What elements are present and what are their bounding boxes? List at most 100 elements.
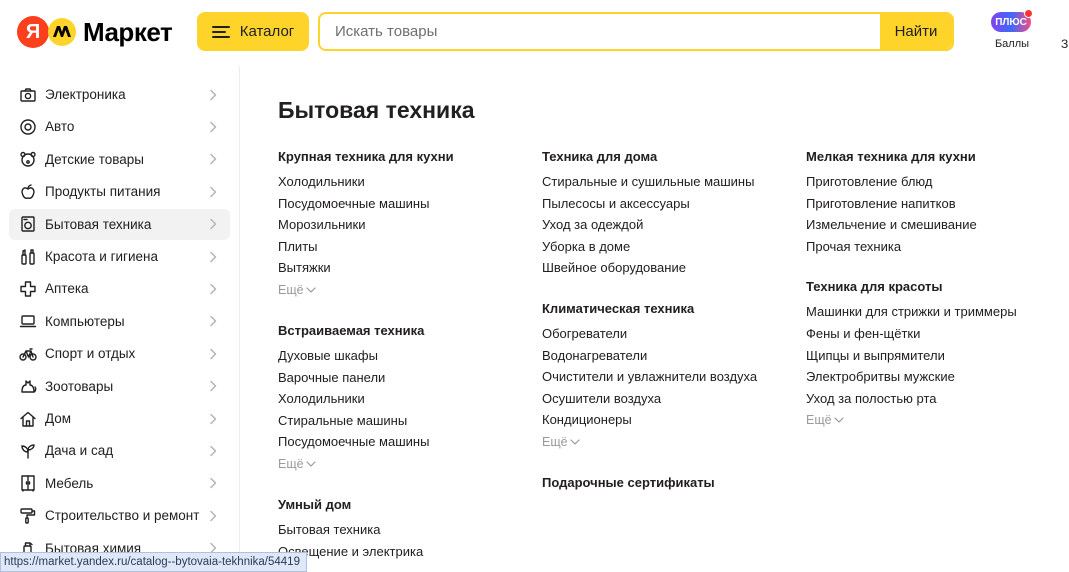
chevron-right-icon	[210, 380, 217, 392]
chevron-down-icon	[569, 439, 580, 445]
sidebar-item-label: Продукты питания	[45, 184, 161, 200]
sidebar-item[interactable]: Строительство и ремонт	[9, 500, 230, 531]
sidebar-item-label: Электроника	[45, 87, 126, 102]
chevron-right-icon	[210, 445, 217, 457]
page-title: Бытовая техника	[278, 97, 475, 123]
category-link[interactable]: Варочные панели	[278, 370, 385, 385]
sidebar-item[interactable]: Мебель	[9, 468, 230, 499]
market-m-icon	[48, 18, 76, 46]
category-link[interactable]: Морозильники	[278, 217, 366, 232]
category-link[interactable]: Пылесосы и аксессуары	[542, 196, 690, 211]
category-group-title[interactable]: Умный дом	[278, 497, 351, 512]
category-link[interactable]: Стиральные машины	[278, 413, 407, 428]
wardrobe-icon	[18, 473, 38, 493]
category-link[interactable]: Кондиционеры	[542, 412, 632, 427]
category-link[interactable]: Очистители и увлажнители воздуха	[542, 369, 757, 384]
show-more-button[interactable]: Ещё	[542, 435, 580, 449]
category-group-title[interactable]: Техника для дома	[542, 149, 657, 164]
category-link[interactable]: Посудомоечные машины	[278, 434, 429, 449]
sidebar-item[interactable]: Продукты питания	[9, 176, 230, 207]
category-link[interactable]: Фены и фен-щётки	[806, 326, 920, 341]
sprout-icon	[18, 441, 38, 461]
yandex-logo-icon: Я	[17, 16, 49, 48]
show-more-label: Ещё	[542, 435, 568, 449]
category-link[interactable]: Уход за полостью рта	[806, 391, 937, 406]
category-link[interactable]: Приготовление напитков	[806, 196, 956, 211]
chevron-down-icon	[305, 461, 316, 467]
chevron-right-icon	[210, 413, 217, 424]
sidebar-item[interactable]: Электроника	[9, 79, 230, 110]
chevron-right-icon	[210, 218, 217, 230]
sidebar-item[interactable]: Красота и гигиена	[9, 241, 230, 272]
category-group-title[interactable]: Встраиваемая техника	[278, 323, 424, 338]
sidebar-item[interactable]: Компьютеры	[9, 306, 230, 337]
category-link[interactable]: Швейное оборудование	[542, 260, 686, 275]
chevron-down-icon	[833, 417, 844, 423]
sidebar-item[interactable]: Детские товары	[9, 144, 230, 175]
chevron-right-icon	[210, 186, 217, 197]
category-link[interactable]: Холодильники	[278, 174, 365, 189]
chevron-down-icon	[305, 287, 316, 293]
category-link[interactable]: Бытовая техника	[278, 522, 380, 537]
browser-status-bar: https://market.yandex.ru/catalog--bytova…	[0, 552, 307, 572]
category-link[interactable]: Обогреватели	[542, 326, 627, 341]
category-link[interactable]: Холодильники	[278, 391, 365, 406]
wheel-icon	[18, 117, 38, 137]
sidebar-item-label: Зоотовары	[45, 378, 114, 394]
category-group-title[interactable]: Крупная техника для кухни	[278, 149, 454, 164]
category-link[interactable]: Прочая техника	[806, 239, 901, 254]
sidebar-item[interactable]: Спорт и отдых	[9, 338, 230, 369]
apple-icon	[18, 182, 38, 202]
sidebar-item[interactable]: Бытовая техника	[9, 208, 230, 240]
category-link[interactable]: Электробритвы мужские	[806, 369, 955, 384]
category-link[interactable]: Плиты	[278, 239, 318, 254]
category-link[interactable]: Посудомоечные машины	[278, 196, 429, 211]
category-group-title[interactable]: Климатическая техника	[542, 301, 694, 316]
show-more-button[interactable]: Ещё	[278, 283, 316, 297]
category-link[interactable]: Приготовление блюд	[806, 174, 932, 189]
sidebar-item-label: Спорт и отдых	[45, 346, 136, 362]
cut-off-header-item[interactable]: З	[1061, 37, 1068, 51]
category-group-title[interactable]: Подарочные сертификаты	[542, 475, 715, 490]
category-link[interactable]: Осушители воздуха	[542, 391, 661, 406]
sidebar-item-label: Компьютеры	[45, 313, 125, 329]
chevron-right-icon	[210, 348, 217, 359]
bicycle-icon	[18, 344, 38, 364]
sidebar-item[interactable]: Аптека	[9, 273, 230, 304]
catalog-content: Бытовая техника Крупная техника для кухн…	[278, 0, 1058, 572]
market-logo[interactable]: Я Маркет	[17, 16, 173, 48]
beauty-icon	[18, 247, 38, 267]
cross-icon	[18, 279, 38, 299]
menu-icon	[211, 25, 230, 38]
show-more-button[interactable]: Ещё	[278, 457, 316, 471]
category-link[interactable]: Измельчение и смешивание	[806, 217, 977, 232]
bear-icon	[18, 149, 38, 169]
show-more-button[interactable]: Ещё	[806, 413, 844, 427]
sidebar-item[interactable]: Зоотовары	[9, 371, 230, 402]
category-link[interactable]: Уход за одеждой	[542, 217, 643, 232]
sidebar-item[interactable]: Дача и сад	[9, 435, 230, 466]
show-more-label: Ещё	[278, 283, 304, 297]
sidebar-item-label: Авто	[45, 119, 75, 135]
chevron-right-icon	[210, 283, 217, 295]
sidebar-item[interactable]: Дом	[9, 403, 230, 434]
category-group-title[interactable]: Техника для красоты	[806, 279, 942, 294]
sidebar-item-label: Строительство и ремонт	[45, 508, 200, 524]
laptop-icon	[18, 311, 38, 331]
sidebar-item[interactable]: Авто	[9, 111, 230, 142]
category-link[interactable]: Машинки для стрижки и триммеры	[806, 304, 1017, 319]
category-link[interactable]: Щипцы и выпрямители	[806, 348, 945, 363]
category-link[interactable]: Стиральные и сушильные машины	[542, 174, 754, 189]
category-group-title[interactable]: Мелкая техника для кухни	[806, 149, 976, 164]
sidebar-item-label: Дача и сад	[45, 443, 114, 459]
category-link[interactable]: Водонагреватели	[542, 348, 647, 363]
camera-icon	[18, 85, 38, 105]
show-more-label: Ещё	[278, 457, 304, 471]
sidebar-item-label: Детские товары	[45, 151, 144, 167]
category-link[interactable]: Духовые шкафы	[278, 348, 378, 363]
category-link[interactable]: Вытяжки	[278, 260, 331, 275]
category-link[interactable]: Уборка в доме	[542, 239, 630, 254]
chevron-right-icon	[210, 510, 217, 521]
cat-icon	[18, 376, 38, 396]
sidebar-item-label: Бытовая техника	[45, 216, 152, 232]
